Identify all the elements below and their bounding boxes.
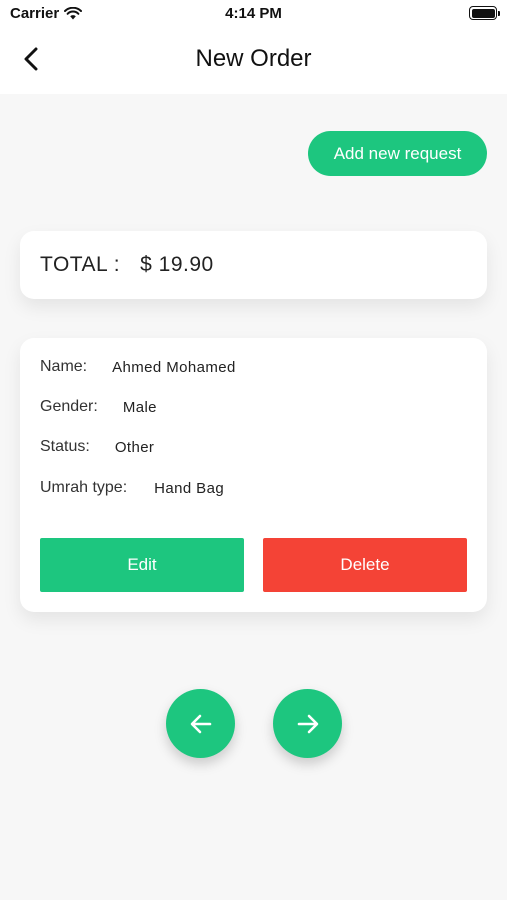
status-bar: Carrier 4:14 PM — [0, 0, 507, 28]
total-label: TOTAL : — [40, 253, 121, 276]
name-label: Name: — [40, 358, 88, 375]
order-card: Name: Ahmed Mohamed Gender: Male Status:… — [20, 338, 487, 612]
total-amount: $ 19.90 — [140, 253, 214, 276]
page-title: New Order — [195, 45, 312, 72]
arrow-left-icon — [190, 714, 211, 733]
name-value: Ahmed Mohamed — [112, 358, 236, 376]
gender-label: Gender: — [40, 398, 98, 415]
status-label: Status: — [40, 438, 90, 455]
delete-button[interactable]: Delete — [263, 538, 467, 592]
next-button[interactable] — [273, 689, 342, 758]
previous-button[interactable] — [166, 689, 235, 758]
status-row: Status: Other — [40, 438, 154, 456]
navigation-bar: New Order — [0, 28, 507, 94]
gender-row: Gender: Male — [40, 398, 157, 416]
add-new-request-button[interactable]: Add new request — [308, 131, 487, 176]
gender-value: Male — [122, 398, 157, 416]
total-card: TOTAL : $ 19.90 — [20, 231, 487, 299]
umrah-type-label: Umrah type: — [40, 479, 128, 496]
edit-button[interactable]: Edit — [40, 538, 244, 592]
battery-icon — [469, 6, 500, 20]
umrah-type-row: Umrah type: Hand Bag — [40, 479, 224, 497]
name-row: Name: Ahmed Mohamed — [40, 358, 236, 376]
arrow-right-icon — [297, 714, 318, 733]
umrah-type-value: Hand Bag — [154, 479, 225, 497]
status-value: Other — [114, 438, 155, 456]
status-time: 4:14 PM — [225, 5, 282, 22]
